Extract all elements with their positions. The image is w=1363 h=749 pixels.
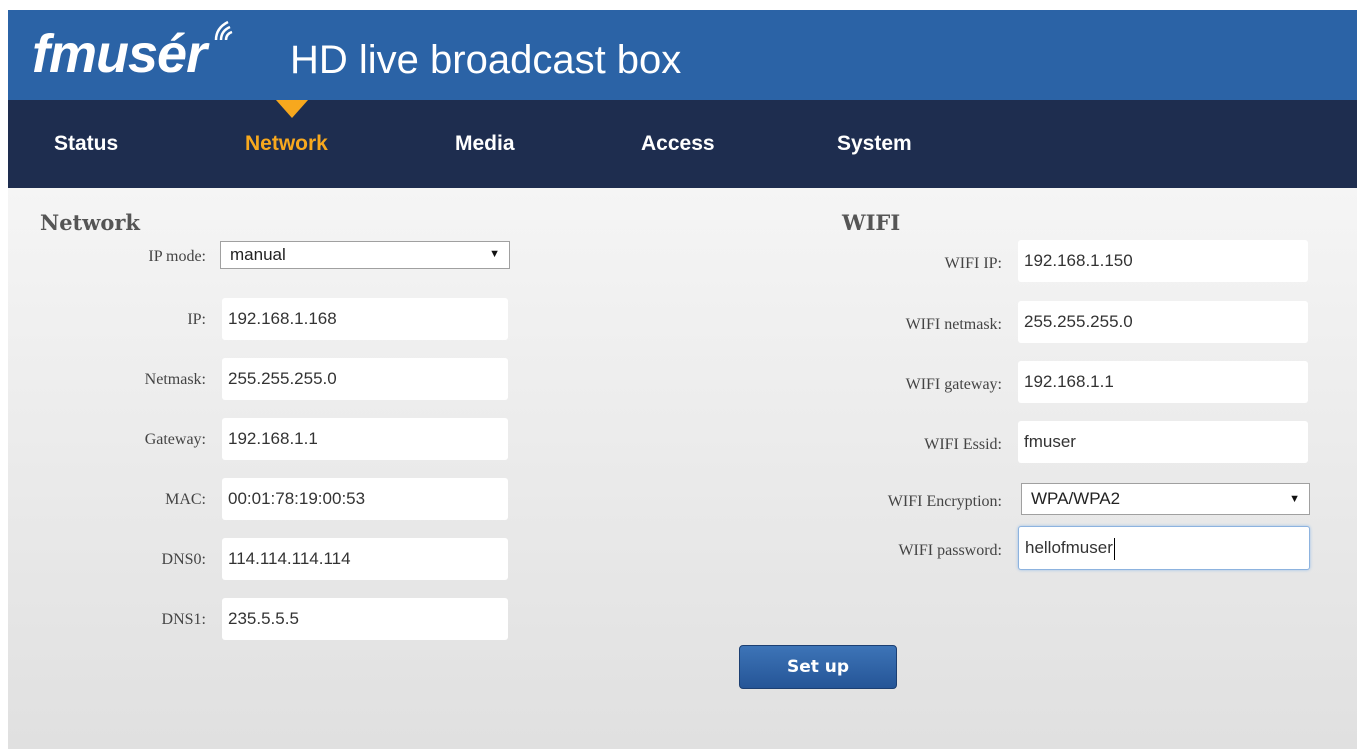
active-nav-pointer-icon (276, 100, 308, 118)
network-section-title: Network (40, 210, 140, 235)
main-nav: Status Network Media Access System (8, 100, 1357, 188)
netmask-field[interactable]: 255.255.255.0 (222, 358, 508, 400)
nav-tab-system[interactable]: System (837, 132, 912, 156)
gateway-label: Gateway: (144, 431, 206, 448)
gateway-field[interactable]: 192.168.1.1 (222, 418, 508, 460)
wifi-encryption-label: WIFI Encryption: (887, 493, 1002, 510)
mac-field[interactable]: 00:01:78:19:00:53 (222, 478, 508, 520)
ip-mode-select[interactable]: manual ▼ (220, 241, 510, 269)
dns1-field[interactable]: 235.5.5.5 (222, 598, 508, 640)
wifi-netmask-label: WIFI netmask: (905, 316, 1002, 333)
nav-tab-access[interactable]: Access (641, 132, 715, 156)
wifi-netmask-field[interactable]: 255.255.255.0 (1018, 301, 1308, 343)
ip-mode-value: manual (230, 245, 286, 264)
wifi-ip-label: WIFI IP: (944, 255, 1002, 272)
settings-panel: Network IP mode: manual ▼ IP: 192.168.1.… (8, 188, 1357, 749)
wifi-password-label: WIFI password: (898, 542, 1002, 559)
text-cursor (1113, 537, 1115, 560)
app-frame: fmusér HD live broadcast box Status Netw… (8, 10, 1357, 749)
ip-label: IP: (187, 311, 206, 328)
nav-tab-media[interactable]: Media (455, 132, 515, 156)
nav-tab-network[interactable]: Network (245, 132, 328, 156)
wifi-essid-label: WIFI Essid: (924, 436, 1002, 453)
wifi-gateway-field[interactable]: 192.168.1.1 (1018, 361, 1308, 403)
wifi-password-field[interactable]: hellofmuser (1018, 526, 1310, 570)
wifi-section-title: WIFI (842, 210, 901, 235)
brand-logo: fmusér (32, 24, 207, 84)
wifi-password-value: hellofmuser (1025, 538, 1113, 557)
mac-label: MAC: (165, 491, 206, 508)
wifi-gateway-label: WIFI gateway: (905, 376, 1002, 393)
dns0-field[interactable]: 114.114.114.114 (222, 538, 508, 580)
nav-tab-status[interactable]: Status (54, 132, 118, 156)
header-bar: fmusér HD live broadcast box (8, 10, 1357, 100)
wifi-ip-field[interactable]: 192.168.1.150 (1018, 240, 1308, 282)
dropdown-arrow-icon: ▼ (1289, 493, 1300, 505)
wifi-encryption-value: WPA/WPA2 (1031, 489, 1121, 508)
dns0-label: DNS0: (161, 551, 206, 568)
wifi-signal-icon (214, 20, 233, 41)
product-title: HD live broadcast box (290, 38, 682, 82)
ip-mode-label: IP mode: (148, 248, 206, 265)
netmask-label: Netmask: (144, 371, 206, 388)
ip-field[interactable]: 192.168.1.168 (222, 298, 508, 340)
wifi-essid-field[interactable]: fmuser (1018, 421, 1308, 463)
dns1-label: DNS1: (161, 611, 206, 628)
wifi-encryption-select[interactable]: WPA/WPA2 ▼ (1021, 483, 1310, 515)
setup-button[interactable]: Set up (739, 645, 897, 689)
dropdown-arrow-icon: ▼ (489, 248, 500, 260)
